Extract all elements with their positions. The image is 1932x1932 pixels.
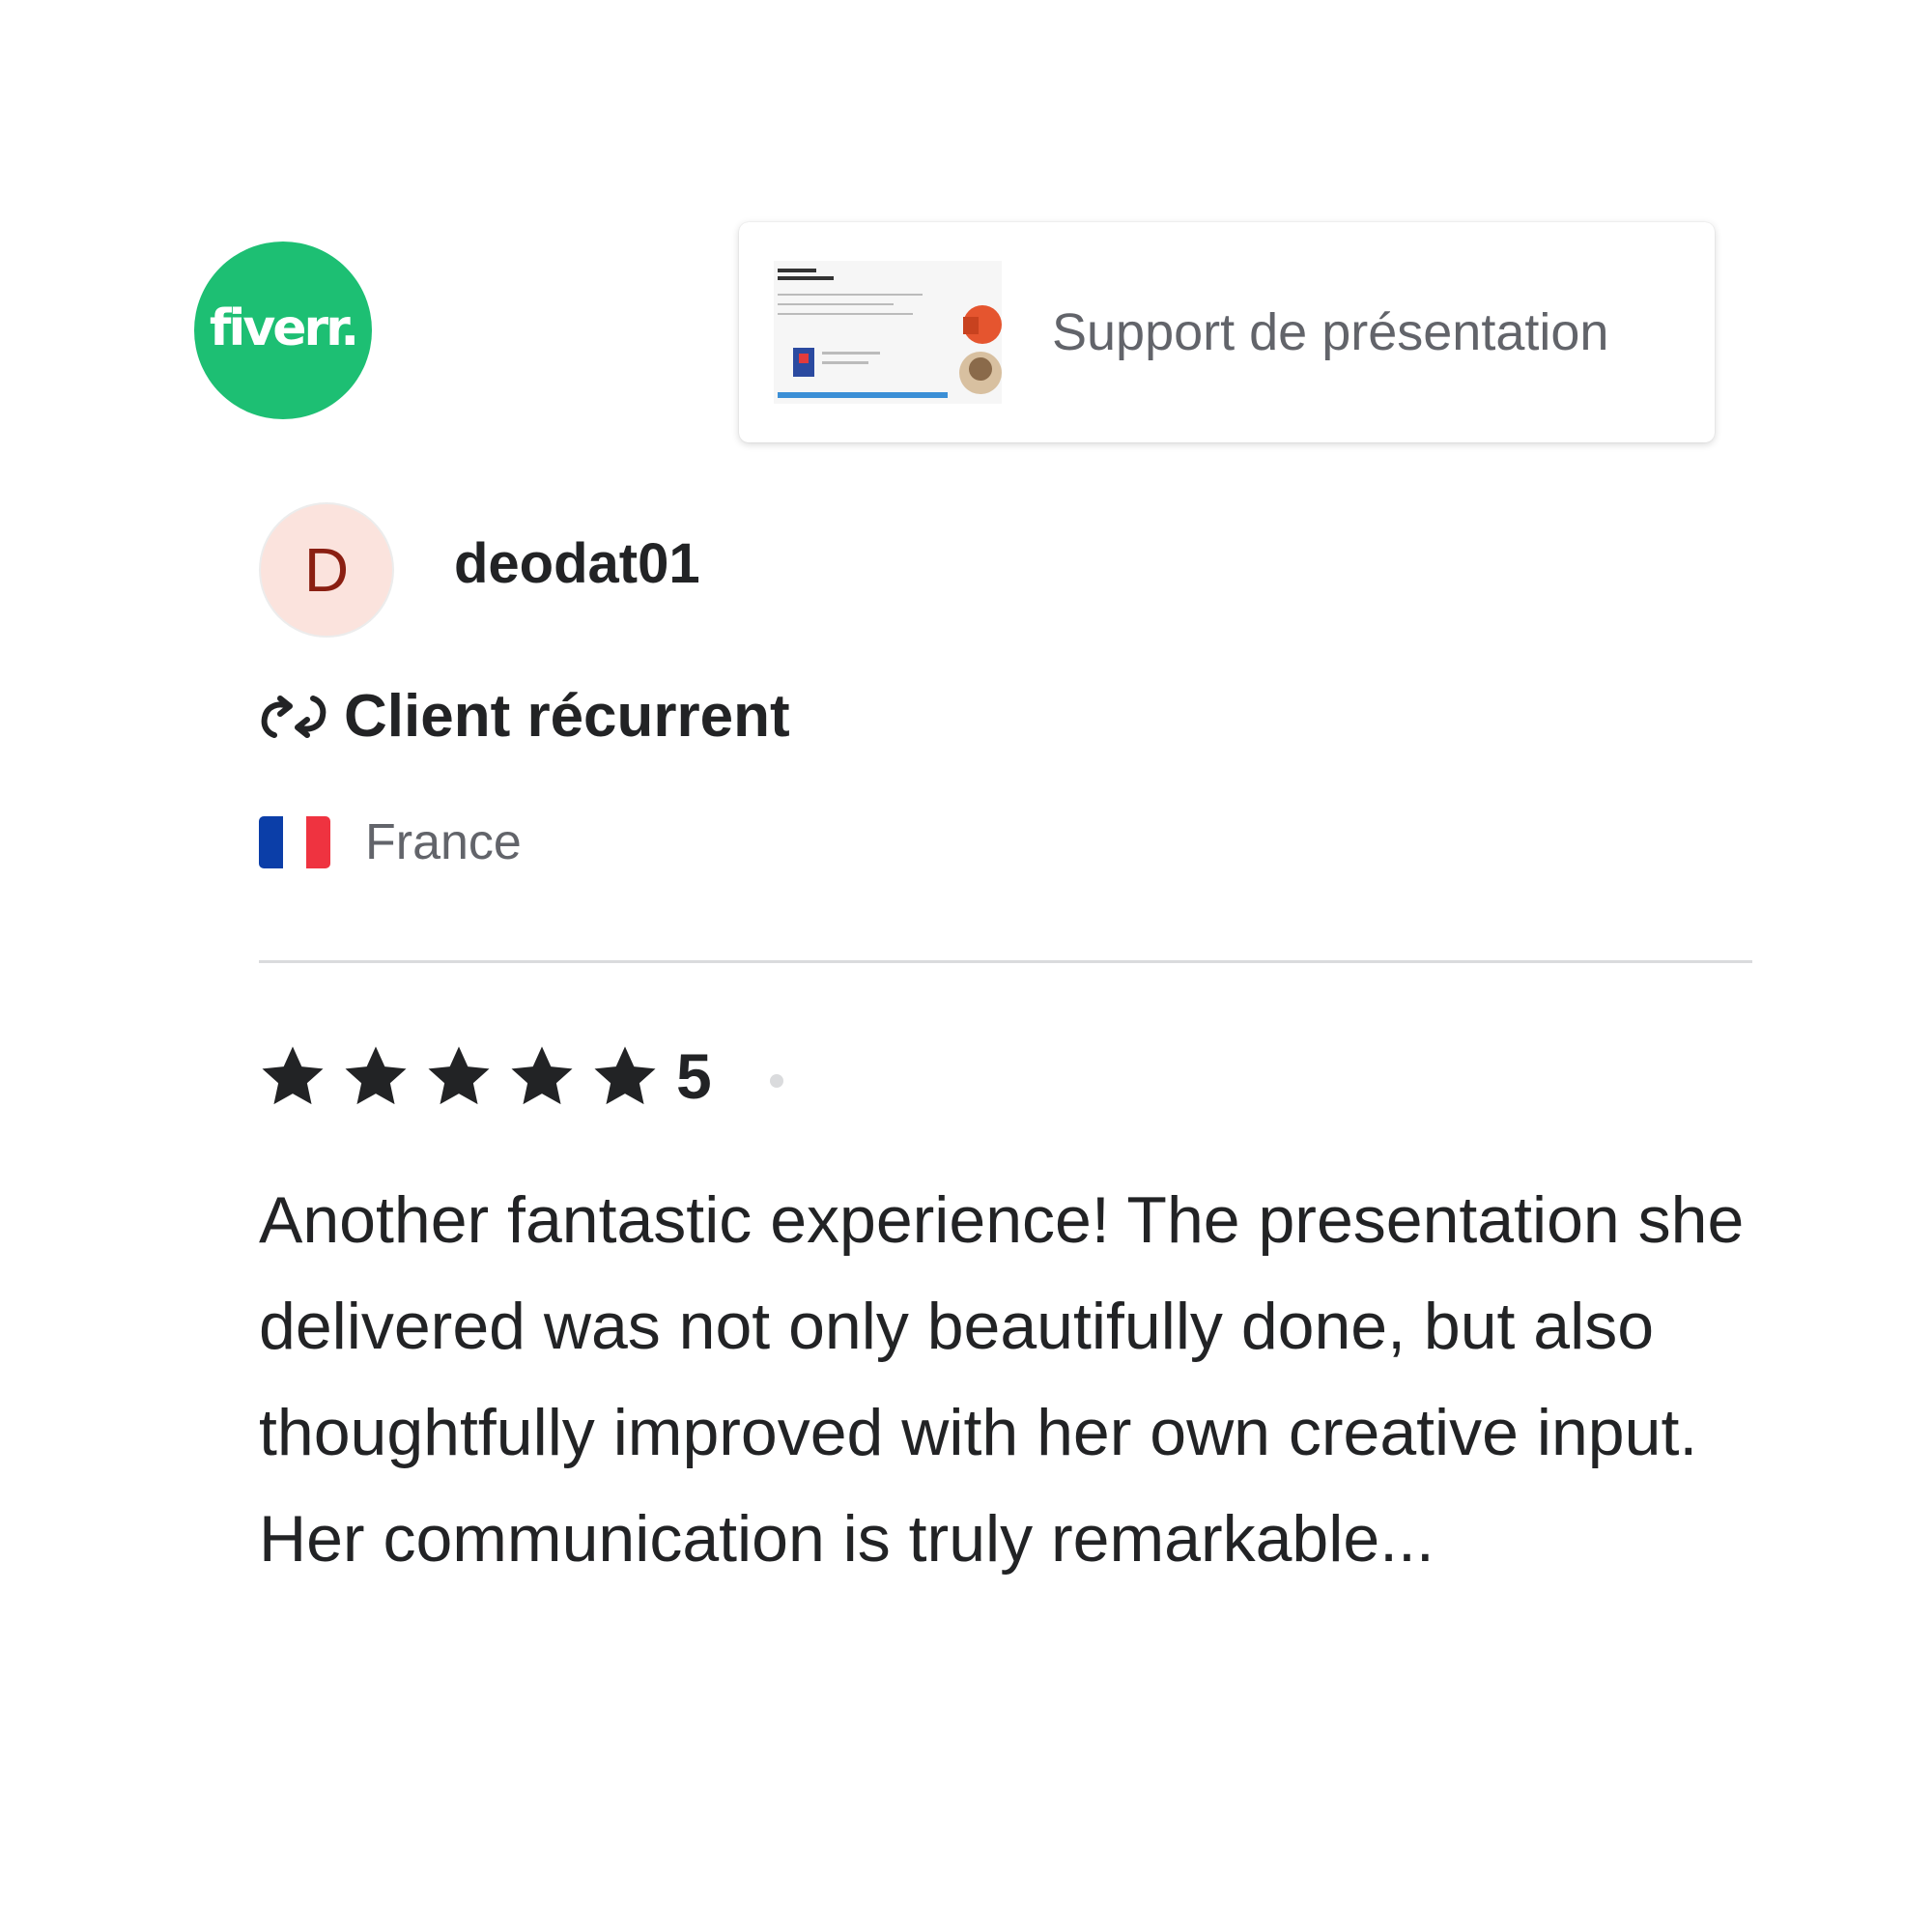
- divider: [259, 960, 1752, 963]
- fiverr-logo-text: fiverr.: [209, 299, 359, 357]
- star-icon: [511, 1046, 573, 1105]
- separator-dot: [769, 1074, 783, 1088]
- gig-title[interactable]: Support de présentation: [1052, 302, 1608, 362]
- repeat-client-label: Client récurrent: [344, 683, 790, 750]
- avatar[interactable]: D: [259, 502, 394, 638]
- reviewer-country: France: [259, 813, 522, 871]
- star-icon: [262, 1046, 324, 1105]
- france-flag-icon: [259, 816, 330, 868]
- rating-value: 5: [676, 1040, 712, 1112]
- repeat-arrows-icon: [261, 695, 327, 738]
- star-icon: [594, 1046, 656, 1105]
- rating: 5: [257, 1039, 783, 1113]
- gig-card[interactable]: Support de présentation: [739, 222, 1715, 442]
- star-icon: [428, 1046, 490, 1105]
- star-icon: [345, 1046, 407, 1105]
- avatar-letter: D: [303, 535, 350, 605]
- repeat-client-badge: Client récurrent: [257, 682, 790, 751]
- fiverr-logo: fiverr.: [194, 242, 372, 419]
- country-name: France: [365, 814, 522, 870]
- reviewer-username[interactable]: deodat01: [454, 531, 700, 596]
- gig-thumbnail[interactable]: [774, 261, 1002, 404]
- review-text: Another fantastic experience! The presen…: [259, 1183, 1745, 1576]
